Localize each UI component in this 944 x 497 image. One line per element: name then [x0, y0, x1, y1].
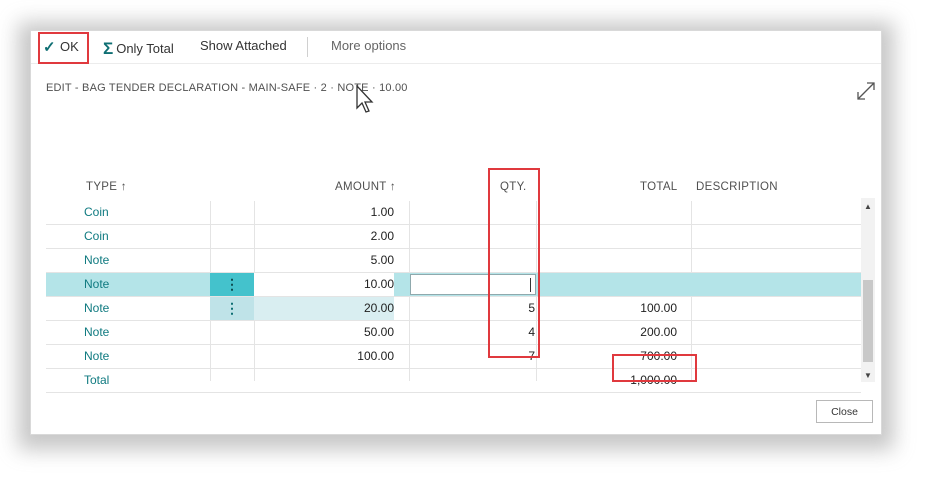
action-separator	[307, 37, 308, 57]
type-cell[interactable]: Coin	[84, 201, 109, 224]
table-row[interactable]: Coin 2.00	[46, 225, 861, 249]
show-attached-button[interactable]: Show Attached	[200, 38, 287, 53]
table-row-total: Total 1,000.00	[46, 369, 861, 393]
column-header-type[interactable]: TYPE ↑	[86, 181, 127, 193]
total-cell: 200.00	[640, 325, 677, 339]
edit-dialog: ✓ OK Σ Only Total Show Attached More opti…	[30, 30, 882, 435]
page-title: EDIT - BAG TENDER DECLARATION - MAIN-SAF…	[46, 82, 408, 94]
type-cell[interactable]: Coin	[84, 225, 109, 248]
amount-cell: 5.00	[370, 253, 394, 267]
expand-icon[interactable]	[855, 80, 877, 102]
amount-cell: 10.00	[254, 273, 394, 296]
type-cell[interactable]: Note	[84, 297, 109, 320]
column-header-amount[interactable]: AMOUNT ↑	[335, 181, 396, 193]
table-row-selected[interactable]: Note ⋮ 10.00	[46, 273, 861, 297]
row-actions-icon[interactable]: ⋮	[210, 273, 254, 296]
table-row[interactable]: Note 100.00 7 700.00	[46, 345, 861, 369]
table-row[interactable]: Note 50.00 4 200.00	[46, 321, 861, 345]
scroll-down-icon[interactable]: ▼	[864, 371, 872, 380]
vertical-scrollbar[interactable]: ▲ ▼	[861, 198, 875, 382]
table-row[interactable]: Note 5.00	[46, 249, 861, 273]
type-cell: Total	[84, 373, 110, 387]
amount-cell: 50.00	[363, 325, 394, 339]
row-actions-icon[interactable]: ⋮	[210, 297, 254, 320]
more-options-button[interactable]: More options	[331, 38, 406, 53]
scroll-thumb[interactable]	[863, 280, 873, 362]
only-total-label: Only Total	[116, 41, 174, 56]
column-header-description[interactable]: DESCRIPTION	[696, 181, 778, 193]
amount-cell: 100.00	[357, 349, 394, 363]
type-cell[interactable]: Note	[84, 321, 109, 344]
column-header-total[interactable]: TOTAL	[640, 181, 678, 193]
action-bar: ✓ OK Σ Only Total Show Attached More opti…	[31, 31, 881, 64]
amount-cell: 2.00	[370, 229, 394, 243]
table-row[interactable]: Coin 1.00	[46, 201, 861, 225]
sigma-icon: Σ	[103, 39, 114, 58]
annotation-box-ok	[38, 32, 89, 64]
type-cell[interactable]: Note	[84, 273, 109, 296]
table-row[interactable]: Note ⋮ 20.00 5 100.00	[46, 297, 861, 321]
amount-cell: 20.00	[254, 297, 394, 320]
close-button[interactable]: Close	[816, 400, 873, 423]
total-cell: 100.00	[640, 301, 677, 315]
amount-cell: 1.00	[370, 205, 394, 219]
scroll-up-icon[interactable]: ▲	[864, 202, 872, 211]
only-total-button[interactable]: Σ Only Total	[103, 38, 174, 58]
annotation-box-total	[612, 354, 697, 382]
annotation-box-qty	[488, 168, 540, 358]
type-cell[interactable]: Note	[84, 249, 109, 272]
tender-grid: TYPE ↑ AMOUNT ↑ QTY. TOTAL DESCRIPTION C…	[46, 171, 877, 393]
type-cell[interactable]: Note	[84, 345, 109, 368]
cursor-icon	[356, 84, 374, 113]
